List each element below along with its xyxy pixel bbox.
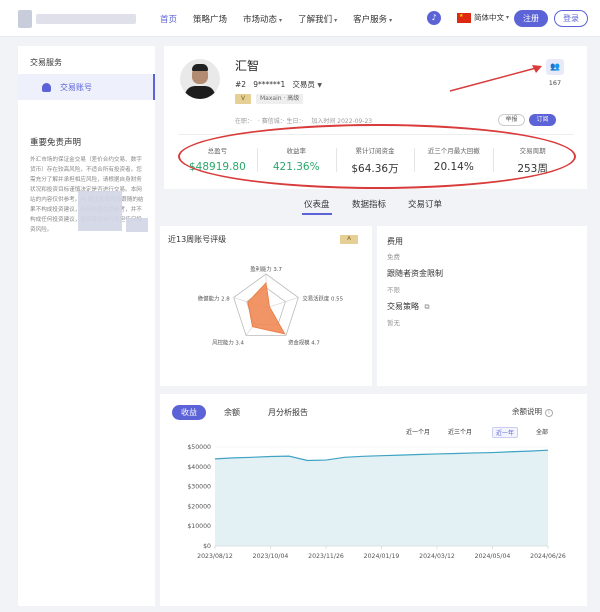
x-tick-label: 2024/01/19 xyxy=(364,553,400,560)
nav-item-0[interactable]: 首页 xyxy=(160,13,177,25)
nav-item-label: 策略广场 xyxy=(193,14,228,25)
chevron-down-icon[interactable]: ▼ xyxy=(317,82,322,89)
y-tick-label: $50000 xyxy=(187,444,211,451)
y-tick-label: $10000 xyxy=(187,523,211,530)
strategy-label: 交易策略 ⧉ xyxy=(387,301,430,312)
fee-value: 免费 xyxy=(387,253,400,261)
annotation-oval xyxy=(178,124,576,189)
follower-limit-label: 跟随者资金限制 xyxy=(387,269,443,278)
x-tick-label: 2024/03/12 xyxy=(419,553,455,560)
strategy-value: 暂无 xyxy=(387,319,400,327)
radar-chart: 盈利能力 3.7 交易活跃度 0.55 资金规模 4.7 风控能力 3.4 稳健能力 2… xyxy=(198,265,343,347)
y-tick-label: $20000 xyxy=(187,503,211,510)
trader-account-row: #2 9******1 交易员 ▼ xyxy=(235,79,322,90)
china-flag-icon: ★ xyxy=(457,12,471,23)
dashboard-tabs: 仪表盘 数据指标 交易订单 xyxy=(164,195,587,215)
equity-chart-card: 收益 余额 月分析报告 余额说明 i 近一个月 近三个月 近一年 全部 $0 $10000 $2… xyxy=(160,394,587,606)
balance-note[interactable]: 余额说明 i xyxy=(512,406,553,417)
sidebar: 交易服务 交易账号 重要免责声明 外汇市场的保证金交易（差价合约交易、数字货币）… xyxy=(18,46,155,606)
nav-item-label: 市场动态 xyxy=(243,14,278,25)
chevron-down-icon: ▾ xyxy=(389,16,393,24)
y-tick-label: $40000 xyxy=(187,464,211,471)
series-area xyxy=(215,450,548,546)
trader-rank: #2 xyxy=(235,80,247,89)
language-label: 简体中文 xyxy=(474,13,504,22)
followers-icon[interactable]: 👥 xyxy=(546,59,564,75)
register-button[interactable]: 注册 xyxy=(514,10,548,27)
active-tab-indicator xyxy=(302,213,332,215)
trader-account: 9******1 xyxy=(253,80,286,89)
nav-item-4[interactable]: 客户服务 ▾ xyxy=(353,13,392,25)
y-tick-label: $0 xyxy=(203,543,211,550)
follower-count: 167 xyxy=(548,79,562,87)
nav-item-label: 了解我们 xyxy=(298,14,333,25)
fees-card: 费用 免费 跟随者资金限制 不限 交易策略 ⧉ 暂无 xyxy=(377,226,587,386)
x-tick-label: 2023/11/26 xyxy=(308,553,344,560)
tab-0[interactable]: 仪表盘 xyxy=(304,198,330,210)
sidebar-section-title: 交易服务 xyxy=(30,58,62,67)
login-button[interactable]: 登录 xyxy=(554,10,588,27)
x-tick-label: 2024/05/04 xyxy=(475,553,511,560)
sidebar-item-trading-account[interactable]: 交易账号 xyxy=(18,74,155,100)
avatar xyxy=(180,59,220,99)
x-tick-label: 2023/10/04 xyxy=(253,553,289,560)
nav-item-2[interactable]: 市场动态 ▾ xyxy=(243,13,282,25)
nav-item-label: 客户服务 xyxy=(353,14,388,25)
nav-item-label: 首页 xyxy=(160,14,178,25)
trader-name: 汇智 xyxy=(235,59,260,73)
brand-logo[interactable] xyxy=(18,10,136,28)
strategy-label-text: 交易策略 xyxy=(387,302,419,311)
radar-label: 盈利能力 3.7 xyxy=(250,265,282,273)
chart-tab-1[interactable]: 余额 xyxy=(224,405,240,420)
equity-chart: $0 $10000 $20000 $30000 $40000 $50000 2023/08/… xyxy=(187,444,566,560)
annotation-arrow-icon xyxy=(449,65,542,92)
balance-note-label: 余额说明 xyxy=(512,407,542,416)
broker-badge: Maxain · 高级 xyxy=(256,94,304,104)
rating-card: 近13周账号评级 A 盈利能力 3.7 交易活跃度 0.55 资金规模 4.7 风控能… xyxy=(160,226,372,386)
report-button[interactable]: 举报 xyxy=(498,114,525,126)
radar-label: 风控能力 3.4 xyxy=(212,339,244,347)
fee-label: 费用 xyxy=(387,237,403,246)
trader-role[interactable]: 交易员 xyxy=(292,80,315,89)
radar-label: 稳健能力 2.8 xyxy=(198,294,230,302)
nav-item-3[interactable]: 了解我们 ▾ xyxy=(298,13,337,25)
chevron-down-icon: ▾ xyxy=(279,16,283,24)
radar-label: 资金规模 4.7 xyxy=(288,339,320,347)
tab-2[interactable]: 交易订单 xyxy=(408,198,442,210)
radar-label: 交易活跃度 0.55 xyxy=(302,294,343,302)
tab-1[interactable]: 数据指标 xyxy=(352,198,386,210)
chevron-down-icon: ▾ xyxy=(506,14,510,21)
user-icon xyxy=(42,82,51,92)
copy-icon[interactable]: ⧉ xyxy=(425,303,430,311)
top-bar: 首页 策略广场 市场动态 ▾ 了解我们 ▾ 客户服务 ▾ ♪ ★ 简体中文 ▾ 注册 登录 xyxy=(0,0,600,37)
redacted-block xyxy=(126,218,148,232)
notification-bell-icon[interactable]: ♪ xyxy=(427,11,441,25)
level-badge: V xyxy=(235,94,251,104)
chart-tab-2[interactable]: 月分析报告 xyxy=(268,405,308,420)
redacted-block xyxy=(78,191,122,231)
chart-tab-0[interactable]: 收益 xyxy=(172,405,206,420)
rating-title: 近13周账号评级 xyxy=(168,235,227,244)
language-selector[interactable]: ★ 简体中文 ▾ xyxy=(457,12,509,23)
nav-item-1[interactable]: 策略广场 xyxy=(193,13,227,25)
main-nav: 首页 策略广场 市场动态 ▾ 了解我们 ▾ 客户服务 ▾ xyxy=(160,0,408,37)
radar-area xyxy=(247,281,286,335)
subscribe-button[interactable]: 订阅 xyxy=(529,114,556,126)
chevron-down-icon: ▾ xyxy=(334,16,338,24)
info-icon[interactable]: i xyxy=(545,409,553,417)
rating-badge: A xyxy=(340,235,358,244)
y-tick-label: $30000 xyxy=(187,484,211,491)
x-tick-label: 2024/06/26 xyxy=(530,553,566,560)
disclaimer-title: 重要免责声明 xyxy=(30,138,82,148)
x-tick-label: 2023/08/12 xyxy=(197,553,233,560)
follower-limit-value: 不限 xyxy=(387,286,400,294)
sidebar-item-label: 交易账号 xyxy=(60,82,92,92)
